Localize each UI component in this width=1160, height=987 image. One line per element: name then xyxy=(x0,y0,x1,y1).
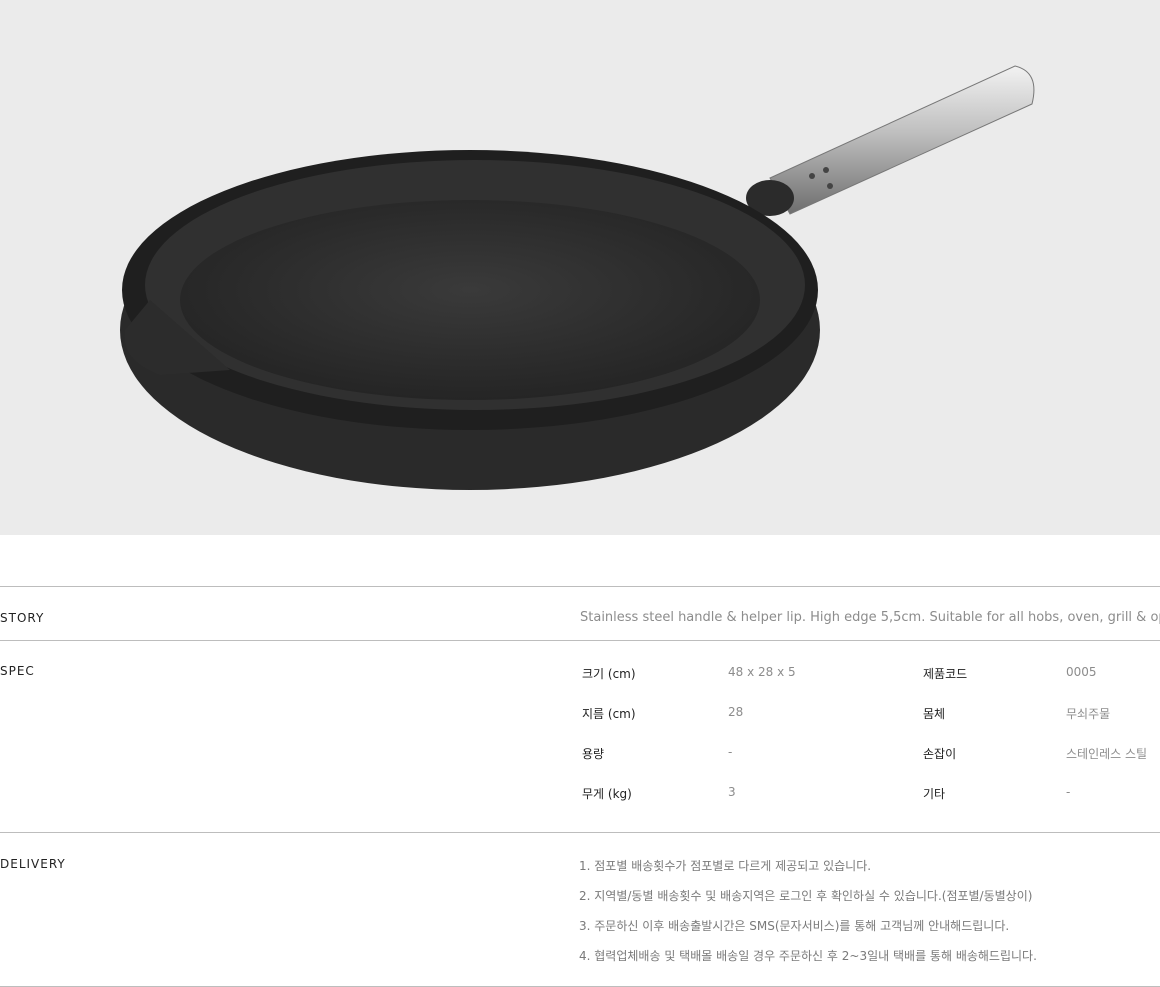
product-image xyxy=(0,0,1160,535)
spec-key: 무게 (kg) xyxy=(582,787,632,801)
delivery-label: DELIVERY xyxy=(0,857,66,871)
spec-key: 기타 xyxy=(923,787,946,801)
spec-key: 제품코드 xyxy=(923,667,968,681)
spec-row: 용량 - 손잡이 스테인레스 스틸 xyxy=(0,745,1160,765)
story-section: STORY Stainless steel handle & helper li… xyxy=(0,586,1160,641)
delivery-section: DELIVERY 1. 점포별 배송횟수가 점포별로 다르게 제공되고 있습니다… xyxy=(0,832,1160,987)
spec-key: 손잡이 xyxy=(923,747,957,761)
spec-value: 48 x 28 x 5 xyxy=(728,665,796,679)
spec-row: 크기 (cm) 48 x 28 x 5 제품코드 0005 xyxy=(0,665,1160,685)
spec-row: 지름 (cm) 28 몸체 무쇠주물 xyxy=(0,705,1160,725)
spec-section: SPEC 크기 (cm) 48 x 28 x 5 제품코드 0005 지름 (c… xyxy=(0,640,1160,833)
spec-value: 무쇠주물 xyxy=(1066,707,1111,721)
spec-value: - xyxy=(728,745,733,759)
spec-value: - xyxy=(1066,785,1071,799)
spec-key: 용량 xyxy=(582,747,605,761)
story-label: STORY xyxy=(0,611,45,625)
delivery-item: 1. 점포별 배송횟수가 점포별로 다르게 제공되고 있습니다. xyxy=(579,859,872,873)
spec-value: 0005 xyxy=(1066,665,1097,679)
delivery-item: 2. 지역별/동별 배송횟수 및 배송지역은 로그인 후 확인하실 수 있습니다… xyxy=(579,889,1033,903)
spec-row: 무게 (kg) 3 기타 - xyxy=(0,785,1160,805)
delivery-item: 3. 주문하신 이후 배송출발시간은 SMS(문자서비스)를 통해 고객님께 안… xyxy=(579,919,1010,933)
spec-key: 지름 (cm) xyxy=(582,707,636,721)
spec-value: 스테인레스 스틸 xyxy=(1066,747,1148,761)
spec-key: 몸체 xyxy=(923,707,946,721)
cast-iron-pan-illustration xyxy=(120,65,1035,490)
spec-value: 3 xyxy=(728,785,736,799)
delivery-item: 4. 협력업체배송 및 택배몰 배송일 경우 주문하신 후 2~3일내 택배를 … xyxy=(579,949,1037,963)
story-text: Stainless steel handle & helper lip. Hig… xyxy=(580,610,1160,625)
spec-value: 28 xyxy=(728,705,744,719)
spec-key: 크기 (cm) xyxy=(582,667,636,681)
